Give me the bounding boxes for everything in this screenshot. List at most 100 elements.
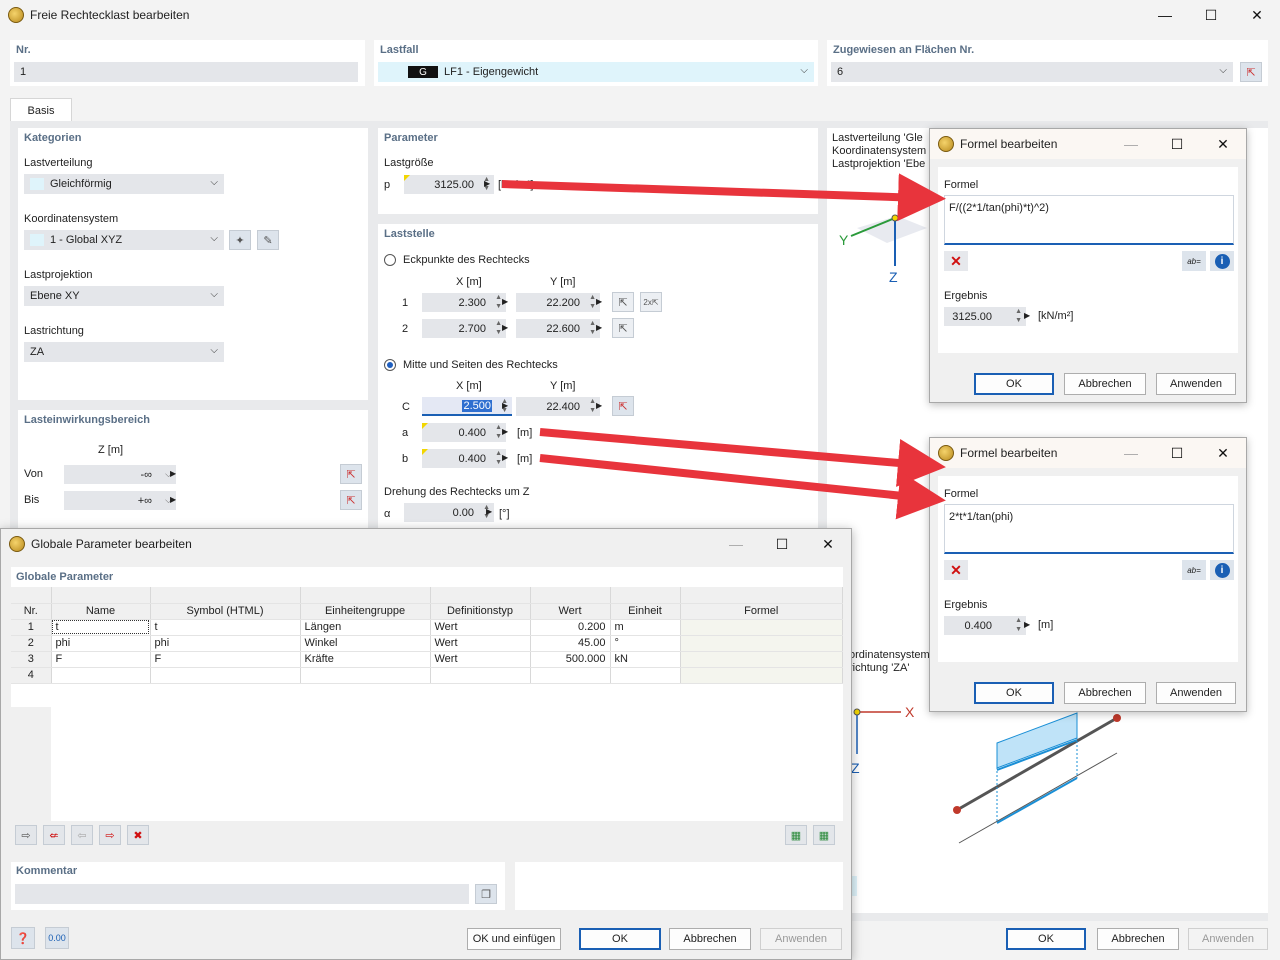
lastverteilung-select[interactable]: Gleichförmig ⌵	[24, 174, 224, 194]
cell-typ[interactable]: Wert	[430, 635, 531, 652]
eck2-x-field[interactable]: 2.700 ▲ ▼	[422, 319, 506, 338]
eck1-y-field[interactable]: 22.200 ▲ ▼	[516, 293, 600, 312]
minimize-button[interactable]: —	[1142, 0, 1188, 30]
clear-formula-button[interactable]: ✕	[944, 251, 968, 271]
eckpunkte-radio[interactable]	[384, 254, 396, 266]
insert-parameter-button[interactable]: ab=	[1182, 560, 1206, 580]
cell-wert[interactable]: 500.000	[530, 651, 611, 668]
pick-von-button[interactable]: ⇱	[340, 464, 362, 484]
b-field[interactable]: 0.400 ▲ ▼	[422, 449, 506, 468]
import-button[interactable]: ▦	[813, 825, 835, 845]
triangle-right-icon[interactable]: ▶	[486, 507, 492, 516]
cell-wert[interactable]: 0.200	[530, 619, 611, 636]
eck1-x-field[interactable]: 2.300 ▲ ▼	[422, 293, 506, 312]
c-y-field[interactable]: 22.400 ▲ ▼	[516, 397, 600, 416]
cell-name[interactable]: F	[51, 651, 151, 668]
maximize-button[interactable]: ☐	[1154, 438, 1200, 468]
pick-eck-both-button[interactable]: 2x⇱	[640, 292, 662, 312]
formula-info-button[interactable]: i	[1210, 251, 1234, 271]
gp-ok-button[interactable]: OK	[579, 928, 661, 950]
c-x-field[interactable]: 2.500 ▲ ▼	[422, 397, 512, 416]
cell-symbol[interactable]: phi	[150, 635, 301, 652]
export-button[interactable]: ▦	[785, 825, 807, 845]
pick-center-button[interactable]: ⇱	[612, 396, 634, 416]
cell-symbol[interactable]: t	[150, 619, 301, 636]
eck2-y-field[interactable]: 22.600 ▲ ▼	[516, 319, 600, 338]
cell-symbol[interactable]: F	[150, 651, 301, 668]
ok-insert-button[interactable]: OK und einfügen	[467, 928, 561, 950]
units-button[interactable]: 0.00	[45, 927, 69, 949]
delete-all-button[interactable]: ✖	[127, 825, 149, 845]
triangle-right-icon[interactable]: ▶	[502, 401, 508, 410]
move-up-button[interactable]: ⇦	[71, 825, 93, 845]
cell-name[interactable]: phi	[51, 635, 151, 652]
cell-name[interactable]	[51, 667, 151, 684]
nr-field[interactable]: 1	[14, 62, 358, 82]
cell-formel[interactable]	[680, 619, 843, 636]
lastprojektion-select[interactable]: Ebene XY ⌵	[24, 286, 224, 306]
maximize-button[interactable]: ☐	[1188, 0, 1234, 30]
cell-wert[interactable]	[530, 667, 611, 684]
pick-eck1-button[interactable]: ⇱	[612, 292, 634, 312]
formula1-input[interactable]: F/((2*1/tan(phi)*t)^2)	[944, 195, 1234, 245]
cell-gruppe[interactable]: Längen	[300, 619, 431, 636]
triangle-right-icon[interactable]: ▶	[170, 469, 176, 478]
formula2-ok-button[interactable]: OK	[974, 682, 1054, 704]
edit-coordsys-button[interactable]: ✎	[257, 230, 279, 250]
move-down-button[interactable]: ⇨	[99, 825, 121, 845]
cell-formel[interactable]	[680, 667, 843, 684]
close-button[interactable]: ✕	[1234, 0, 1280, 30]
cell-formel[interactable]	[680, 651, 843, 668]
formula1-cancel-button[interactable]: Abbrechen	[1064, 373, 1146, 395]
pick-bis-button[interactable]: ⇱	[340, 490, 362, 510]
cell-gruppe[interactable]: Kräfte	[300, 651, 431, 668]
delete-row-button[interactable]: ⇍	[43, 825, 65, 845]
cell-formel[interactable]	[680, 635, 843, 652]
cell-gruppe[interactable]	[300, 667, 431, 684]
formula1-apply-button[interactable]: Anwenden	[1156, 373, 1236, 395]
close-button[interactable]: ✕	[1200, 438, 1246, 468]
pick-surface-button[interactable]: ⇱	[1240, 62, 1262, 82]
formula2-cancel-button[interactable]: Abbrechen	[1064, 682, 1146, 704]
insert-row-button[interactable]: ⇨	[15, 825, 37, 845]
cell-wert[interactable]: 45.00	[530, 635, 611, 652]
triangle-right-icon[interactable]: ▶	[484, 179, 490, 188]
main-apply-button[interactable]: Anwenden	[1188, 928, 1268, 950]
clear-formula-button[interactable]: ✕	[944, 560, 968, 580]
pick-eck2-button[interactable]: ⇱	[612, 318, 634, 338]
insert-parameter-button[interactable]: ab=	[1182, 251, 1206, 271]
help-button[interactable]: ❓	[11, 927, 35, 949]
p-field[interactable]: 3125.00 ▲ ▼	[404, 175, 494, 194]
kommentar-library-button[interactable]: ❐	[475, 884, 497, 904]
lastfall-select[interactable]: G LF1 - Eigengewicht ⌵	[378, 62, 814, 82]
cell-symbol[interactable]	[150, 667, 301, 684]
kommentar-input[interactable]	[15, 884, 469, 904]
lastrichtung-select[interactable]: ZA ⌵	[24, 342, 224, 362]
close-button[interactable]: ✕	[805, 529, 851, 559]
triangle-right-icon[interactable]: ▶	[596, 323, 602, 332]
tab-basis[interactable]: Basis	[10, 98, 72, 122]
alpha-field[interactable]: 0.00 ▲ ▼	[404, 503, 494, 522]
cell-typ[interactable]: Wert	[430, 619, 531, 636]
close-button[interactable]: ✕	[1200, 129, 1246, 159]
bis-field[interactable]: +∞ ⌵	[64, 491, 176, 510]
zugewiesen-select[interactable]: 6 ⌵	[831, 62, 1233, 82]
gp-apply-button[interactable]: Anwenden	[760, 928, 842, 950]
maximize-button[interactable]: ☐	[759, 529, 805, 559]
formula2-apply-button[interactable]: Anwenden	[1156, 682, 1236, 704]
cell-gruppe[interactable]: Winkel	[300, 635, 431, 652]
main-cancel-button[interactable]: Abbrechen	[1097, 928, 1179, 950]
cell-typ[interactable]: Wert	[430, 651, 531, 668]
triangle-right-icon[interactable]: ▶	[596, 297, 602, 306]
gp-cancel-button[interactable]: Abbrechen	[669, 928, 751, 950]
triangle-right-icon[interactable]: ▶	[170, 495, 176, 504]
formula1-ok-button[interactable]: OK	[974, 373, 1054, 395]
maximize-button[interactable]: ☐	[1154, 129, 1200, 159]
main-ok-button[interactable]: OK	[1006, 928, 1086, 950]
cell-typ[interactable]	[430, 667, 531, 684]
new-coordsys-button[interactable]: ✦	[229, 230, 251, 250]
a-field[interactable]: 0.400 ▲ ▼	[422, 423, 506, 442]
triangle-right-icon[interactable]: ▶	[502, 323, 508, 332]
von-field[interactable]: -∞ ⌵	[64, 465, 176, 484]
formula-info-button[interactable]: i	[1210, 560, 1234, 580]
